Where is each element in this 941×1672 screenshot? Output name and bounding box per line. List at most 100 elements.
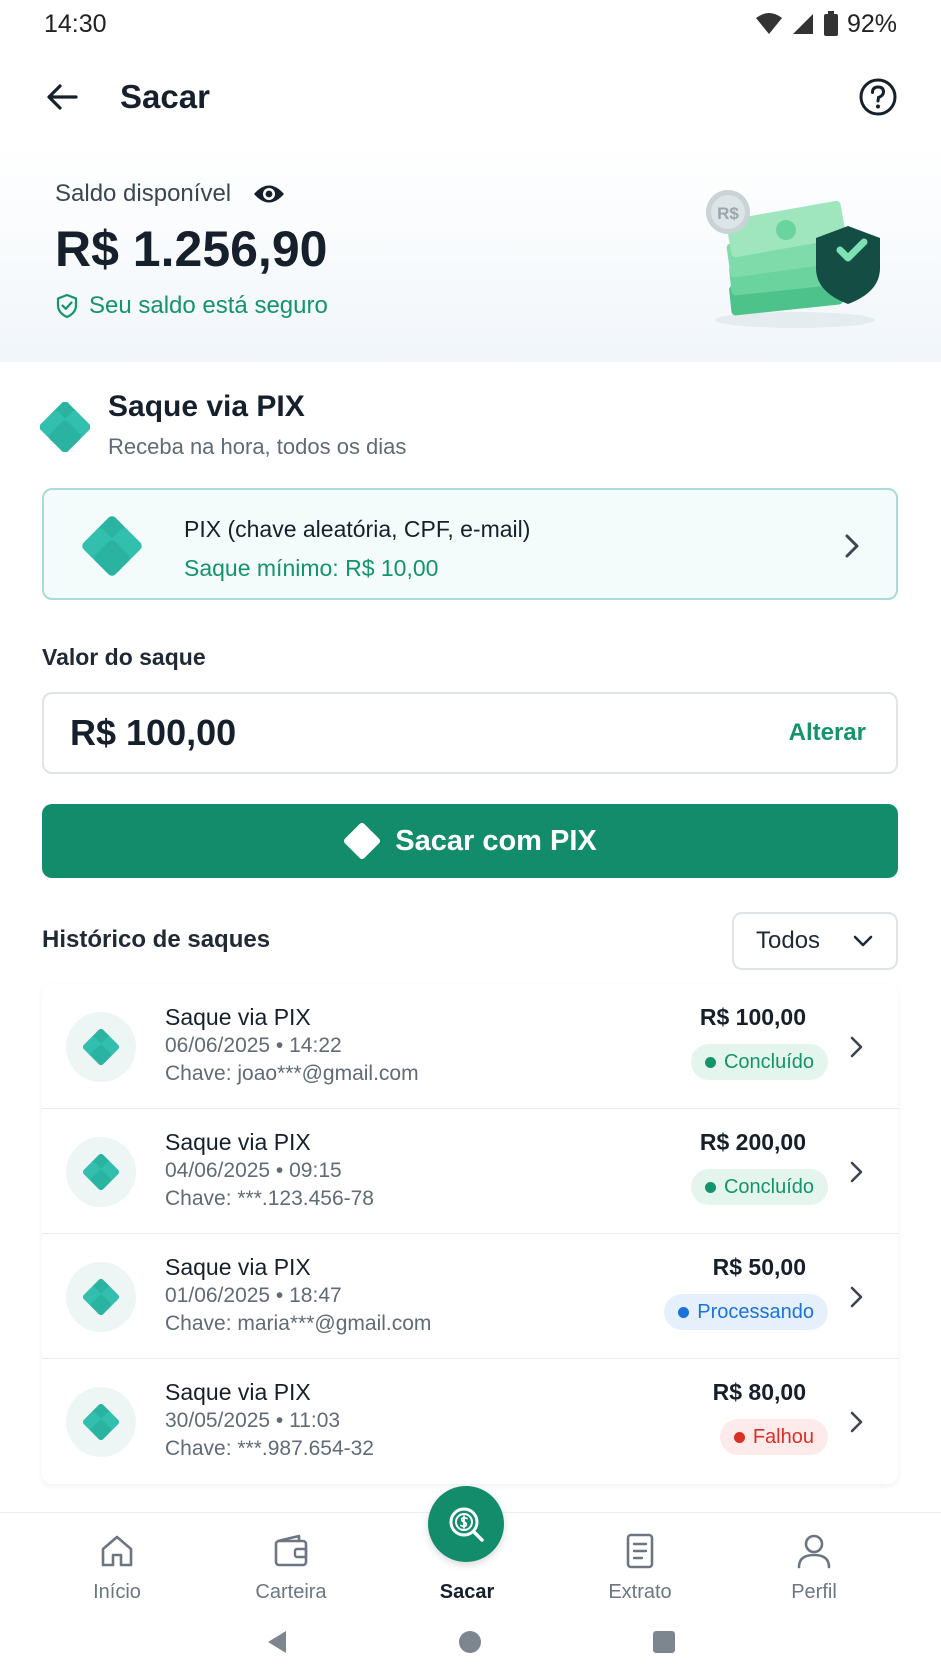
history-item[interactable]: Saque via PIX 01/06/2025 • 18:47 Chave: … bbox=[42, 1234, 898, 1359]
home-icon bbox=[101, 1535, 133, 1567]
history-item-avatar bbox=[66, 1137, 136, 1207]
chevron-down-icon bbox=[853, 935, 873, 947]
app-bar: Sacar bbox=[0, 62, 941, 132]
shield-check-icon bbox=[56, 293, 78, 319]
help-icon bbox=[859, 78, 897, 116]
history-item-datetime: 30/05/2025 • 11:03 bbox=[165, 1409, 341, 1432]
history-item-avatar bbox=[66, 1262, 136, 1332]
nav-label-statement: Extrato bbox=[608, 1581, 672, 1603]
page-title: Sacar bbox=[120, 78, 210, 115]
nav-item-profile[interactable]: Perfil bbox=[744, 1513, 884, 1613]
history-item-title: Saque via PIX bbox=[165, 1004, 311, 1030]
chevron-right-icon bbox=[850, 1036, 863, 1058]
status-icons: 92% bbox=[755, 10, 897, 39]
status-time: 14:30 bbox=[44, 9, 107, 38]
history-item-key: Chave: maria***@gmail.com bbox=[165, 1312, 432, 1335]
withdraw-icon bbox=[449, 1507, 484, 1542]
balance-label: Saldo disponível bbox=[55, 180, 232, 207]
chevron-right-icon bbox=[850, 1411, 863, 1433]
status-badge-label: Falhou bbox=[752, 1425, 814, 1448]
amount-label: Valor do saque bbox=[42, 644, 206, 670]
system-recents-icon[interactable] bbox=[651, 1629, 677, 1655]
chevron-right-icon bbox=[850, 1161, 863, 1183]
history-item[interactable]: Saque via PIX 04/06/2025 • 09:15 Chave: … bbox=[42, 1109, 898, 1234]
battery-icon bbox=[823, 11, 838, 36]
history-item-key: Chave: ***.123.456-78 bbox=[165, 1187, 374, 1210]
pix-logo-icon bbox=[82, 1403, 120, 1441]
nav-label-wallet: Carteira bbox=[255, 1581, 327, 1603]
nav-label-profile: Perfil bbox=[791, 1581, 837, 1603]
pix-logo-icon bbox=[82, 1278, 120, 1316]
change-amount-button[interactable]: Alterar bbox=[789, 719, 866, 747]
withdraw-pix-button[interactable]: Sacar com PIX bbox=[42, 804, 898, 878]
history-item-amount: R$ 50,00 bbox=[712, 1254, 806, 1280]
wallet-icon bbox=[274, 1534, 308, 1567]
pix-logo-icon bbox=[344, 822, 381, 860]
status-dot bbox=[704, 1056, 716, 1068]
system-back-icon[interactable] bbox=[264, 1628, 290, 1656]
balance-card: Saldo disponível R$ 1.256,90 Seu saldo e… bbox=[0, 140, 941, 362]
history-title: Histórico de saques bbox=[42, 926, 271, 953]
status-badge: Falhou bbox=[719, 1419, 828, 1455]
pix-logo-icon bbox=[40, 402, 90, 452]
history-item-avatar bbox=[66, 1387, 136, 1457]
pix-method-title: PIX (chave aleatória, CPF, e-mail) bbox=[184, 516, 531, 542]
history-item-datetime: 01/06/2025 • 18:47 bbox=[165, 1284, 342, 1307]
eye-icon[interactable] bbox=[253, 183, 285, 205]
system-home-icon[interactable] bbox=[457, 1629, 483, 1655]
status-badge: Concluído bbox=[690, 1044, 828, 1080]
pix-section-header: Saque via PIX Receba na hora, todos os d… bbox=[40, 386, 900, 466]
help-button[interactable] bbox=[857, 76, 899, 118]
history-filter-select[interactable]: Todos bbox=[732, 912, 898, 970]
history-item-key: Chave: joao***@gmail.com bbox=[165, 1062, 419, 1085]
history-item-datetime: 06/06/2025 • 14:22 bbox=[165, 1034, 342, 1057]
withdraw-pix-button-label: Sacar com PIX bbox=[395, 824, 597, 857]
back-button[interactable] bbox=[42, 77, 82, 117]
history-item-title: Saque via PIX bbox=[165, 1129, 311, 1155]
history-item-amount: R$ 200,00 bbox=[699, 1129, 806, 1155]
withdraw-fab-button[interactable] bbox=[428, 1486, 504, 1562]
status-badge: Processando bbox=[664, 1294, 828, 1330]
pix-logo-icon bbox=[82, 1153, 120, 1191]
history-item[interactable]: Saque via PIX 06/06/2025 • 14:22 Chave: … bbox=[42, 984, 898, 1109]
chevron-right-icon bbox=[850, 1286, 863, 1308]
coin-currency-text: R$ bbox=[717, 204, 739, 223]
history-item-title: Saque via PIX bbox=[165, 1254, 311, 1280]
nav-label-home: Início bbox=[93, 1581, 141, 1603]
statement-icon bbox=[626, 1533, 654, 1569]
history-filter-value: Todos bbox=[756, 927, 821, 954]
amount-field[interactable]: R$ 100,00 Alterar bbox=[42, 692, 898, 774]
history-item-avatar bbox=[66, 1012, 136, 1082]
history-item-amount: R$ 80,00 bbox=[712, 1379, 806, 1405]
status-badge: Concluído bbox=[690, 1169, 828, 1205]
history-item-key: Chave: ***.987.654-32 bbox=[165, 1437, 374, 1460]
status-badge-label: Concluído bbox=[723, 1175, 814, 1198]
status-badge-label: Processando bbox=[697, 1300, 814, 1323]
battery-level: 92% bbox=[846, 9, 897, 38]
chevron-right-icon bbox=[845, 534, 859, 558]
balance-secure-note: Seu saldo está seguro bbox=[55, 292, 328, 320]
history-item[interactable]: Saque via PIX 30/05/2025 • 11:03 Chave: … bbox=[42, 1359, 898, 1484]
nav-item-home[interactable]: Início bbox=[47, 1513, 187, 1613]
status-dot bbox=[704, 1181, 716, 1193]
nav-item-statement[interactable]: Extrato bbox=[570, 1513, 710, 1613]
pix-section-title: Saque via PIX bbox=[108, 390, 305, 423]
pix-section-subtitle: Receba na hora, todos os dias bbox=[108, 434, 407, 459]
balance-label-row: Saldo disponível bbox=[55, 180, 285, 208]
wifi-icon bbox=[755, 13, 782, 34]
status-bar: 14:30 92% bbox=[0, 0, 941, 48]
pix-logo-icon bbox=[82, 516, 142, 576]
pix-method-card[interactable]: PIX (chave aleatória, CPF, e-mail) Saque… bbox=[42, 488, 898, 600]
nav-item-wallet[interactable]: Carteira bbox=[221, 1513, 361, 1613]
signal-icon bbox=[792, 14, 813, 34]
history-list: Saque via PIX 06/06/2025 • 14:22 Chave: … bbox=[42, 984, 898, 1484]
status-dot bbox=[733, 1431, 745, 1443]
pix-minimum-amount: Saque mínimo: R$ 10,00 bbox=[184, 555, 439, 581]
money-shield-illustration: R$ bbox=[706, 190, 880, 328]
arrow-left-icon bbox=[47, 84, 78, 110]
amount-value[interactable]: R$ 100,00 bbox=[70, 712, 236, 754]
system-nav-bar bbox=[0, 1612, 941, 1672]
status-badge-label: Concluído bbox=[723, 1050, 814, 1073]
history-item-amount: R$ 100,00 bbox=[699, 1004, 806, 1030]
nav-label-withdraw: Sacar bbox=[439, 1581, 495, 1603]
